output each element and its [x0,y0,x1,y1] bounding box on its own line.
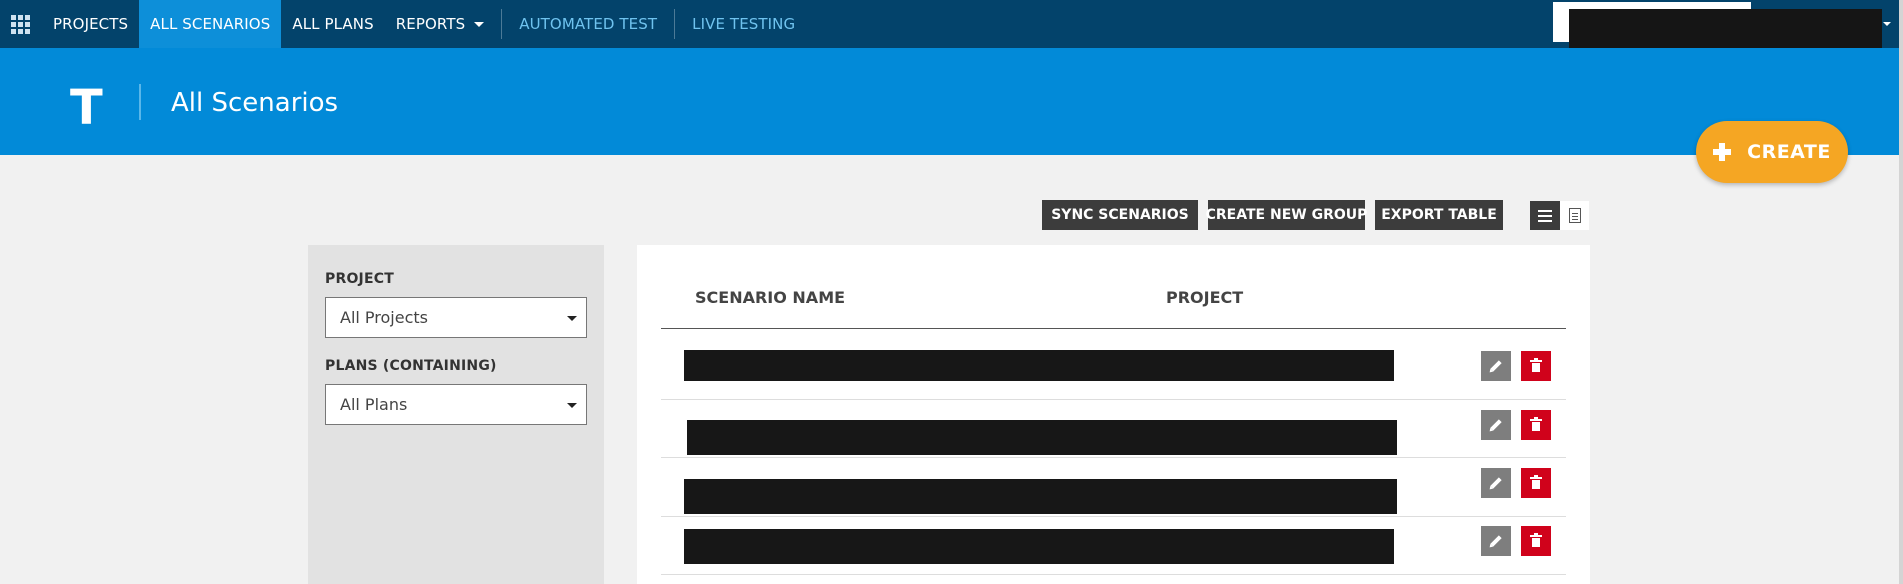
export-table-button[interactable]: EXPORT TABLE [1375,200,1503,230]
nav-all-scenarios[interactable]: ALL SCENARIOS [139,0,282,48]
chevron-down-icon [567,403,577,408]
plus-icon [1713,143,1732,161]
chevron-down-icon [567,316,577,321]
header-divider [139,84,141,120]
table-row[interactable] [661,517,1566,575]
document-view-icon[interactable] [1560,201,1589,230]
nav-divider [674,9,676,39]
edit-button[interactable] [1481,410,1511,440]
filter-sidebar: PROJECT All Projects PLANS (CONTAINING) … [308,245,604,584]
create-new-group-button[interactable]: CREATE NEW GROUP [1206,200,1367,230]
nav-projects[interactable]: PROJECTS [42,0,139,48]
nav-all-plans[interactable]: ALL PLANS [281,0,384,48]
create-button-label: CREATE [1747,141,1831,163]
edit-button[interactable] [1481,526,1511,556]
column-header-project[interactable]: PROJECT [1166,288,1243,307]
project-select-value: All Projects [340,308,428,327]
redacted-row-content [684,529,1394,564]
delete-button[interactable] [1521,468,1551,498]
user-menu-redacted[interactable] [1569,9,1882,48]
table-row[interactable] [661,400,1566,458]
trash-icon [1530,358,1542,372]
delete-button[interactable] [1521,351,1551,381]
sync-scenarios-button[interactable]: SYNC SCENARIOS [1042,200,1198,230]
scenarios-table: SCENARIO NAME PROJECT [637,245,1590,584]
project-filter-label: PROJECT [325,271,394,287]
pencil-icon [1490,477,1502,489]
nav-divider [501,9,503,39]
chevron-down-icon [474,21,485,27]
project-select[interactable]: All Projects [325,297,587,338]
page-header: T All Scenarios [0,48,1899,155]
redacted-row-content [684,479,1397,514]
nav-reports[interactable]: REPORTS [385,0,495,48]
nav-automated-test[interactable]: AUTOMATED TEST [508,0,668,48]
app-logo: T [70,80,103,136]
page-title: All Scenarios [171,88,339,118]
delete-button[interactable] [1521,410,1551,440]
redacted-row-content [684,350,1394,381]
table-row[interactable] [661,459,1566,517]
plans-filter-label: PLANS (CONTAINING) [325,358,497,374]
column-header-scenario-name[interactable]: SCENARIO NAME [695,288,845,307]
pencil-icon [1490,360,1502,372]
table-row[interactable] [661,342,1566,400]
right-edge-bar [1899,0,1903,584]
nav-live-testing[interactable]: LIVE TESTING [681,0,806,48]
list-view-icon[interactable] [1530,201,1560,230]
pencil-icon [1490,535,1502,547]
edit-button[interactable] [1481,468,1511,498]
trash-icon [1530,417,1542,431]
table-header-divider [661,328,1566,329]
create-button[interactable]: CREATE [1696,121,1848,183]
pencil-icon [1490,419,1502,431]
plans-select[interactable]: All Plans [325,384,587,425]
nav-reports-label: REPORTS [395,15,466,33]
apps-grid-icon[interactable] [0,0,40,48]
edit-button[interactable] [1481,351,1511,381]
trash-icon [1530,475,1542,489]
redacted-row-content [687,420,1397,455]
delete-button[interactable] [1521,526,1551,556]
user-menu-chevron-icon[interactable] [1883,22,1891,26]
plans-select-value: All Plans [340,395,408,414]
trash-icon [1530,533,1542,547]
